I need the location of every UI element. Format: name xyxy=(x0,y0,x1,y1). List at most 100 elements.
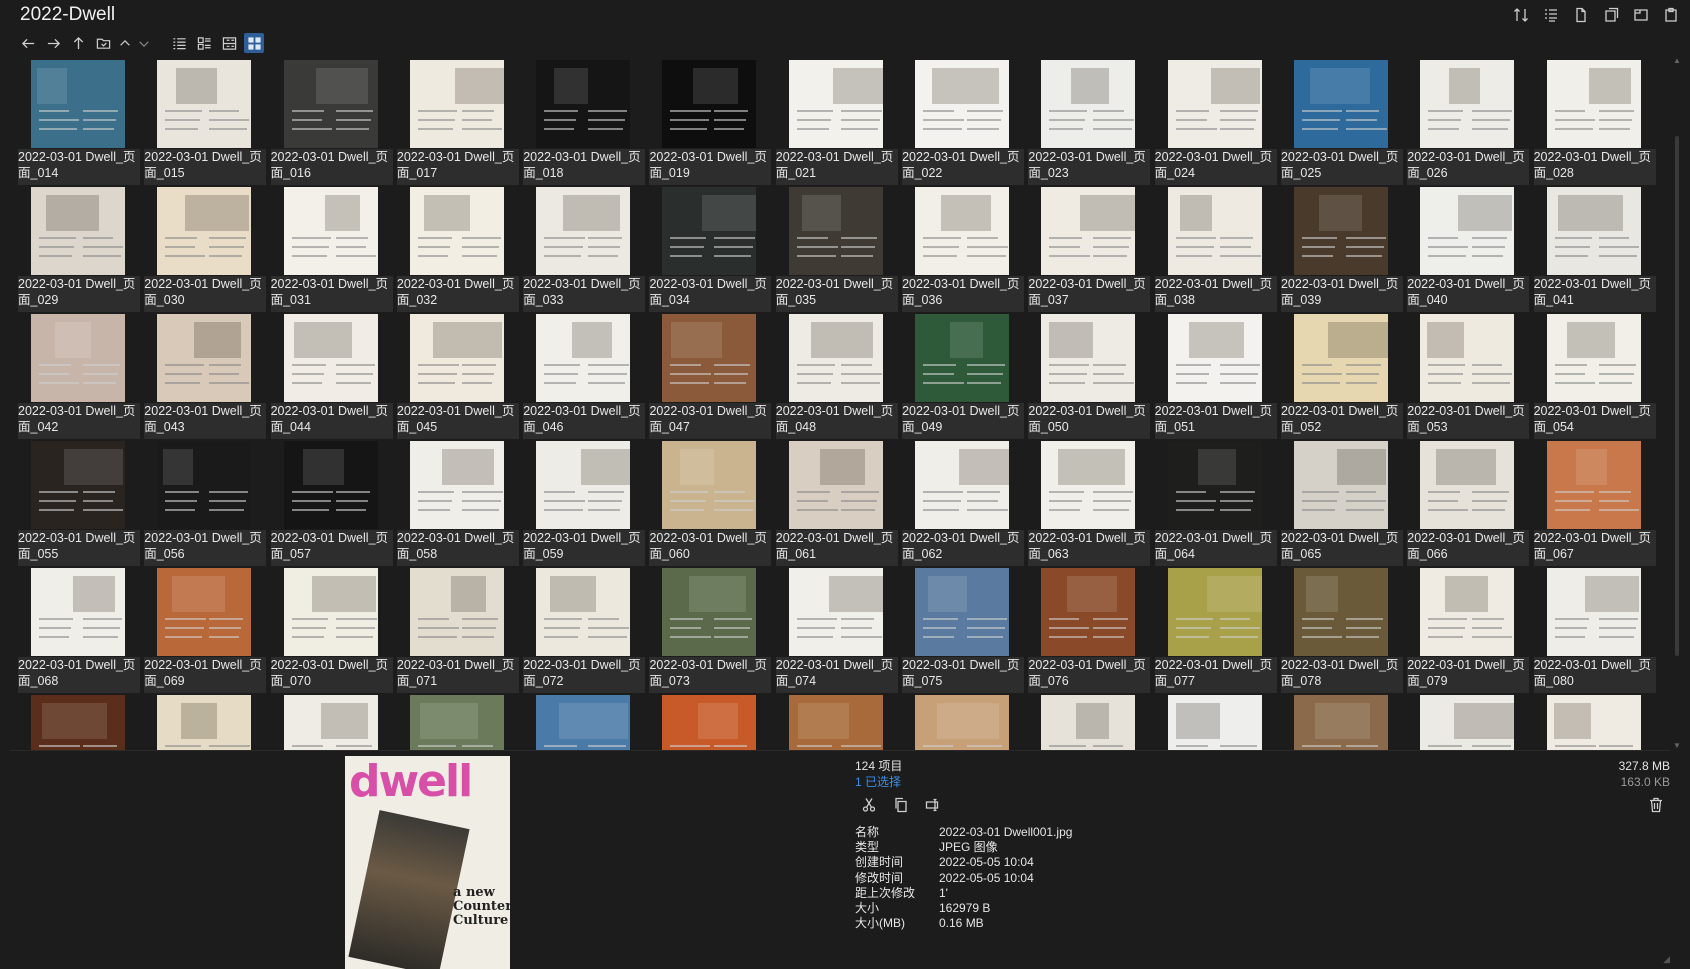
thumbnail-tile[interactable]: 2022-03-01 Dwell_页面_054 xyxy=(1533,314,1656,441)
thumbnail-tile[interactable]: 2022-03-01 Dwell_页面_050 xyxy=(1028,314,1151,441)
thumbnail-tile[interactable]: 2022-03-01 Dwell_页面_040 xyxy=(1407,187,1530,314)
paste-icon[interactable] xyxy=(1662,6,1680,24)
thumbnail-tile[interactable] xyxy=(649,695,766,750)
thumbnail-tile[interactable]: 2022-03-01 Dwell_页面_037 xyxy=(1028,187,1151,314)
sort-icon[interactable] xyxy=(1512,6,1530,24)
thumbnail-tile[interactable]: 2022-03-01 Dwell_页面_025 xyxy=(1280,60,1403,187)
scroll-down-icon[interactable]: ▼ xyxy=(1672,741,1682,751)
thumbnail-tile[interactable]: 2022-03-01 Dwell_页面_022 xyxy=(902,60,1025,187)
selected-count[interactable]: 1 已选择 xyxy=(855,774,902,790)
thumbnail-tile[interactable]: 2022-03-01 Dwell_页面_060 xyxy=(649,441,772,568)
thumbnail-tile[interactable]: 2022-03-01 Dwell_页面_072 xyxy=(523,568,646,695)
resize-grip[interactable]: ◢ xyxy=(1663,954,1670,965)
thumbnail-tile[interactable]: 2022-03-01 Dwell_页面_075 xyxy=(902,568,1025,695)
thumbnail-tile[interactable]: 2022-03-01 Dwell_页面_067 xyxy=(1533,441,1656,568)
rename-icon[interactable] xyxy=(924,796,942,814)
thumbnail-tile[interactable]: 2022-03-01 Dwell_页面_049 xyxy=(902,314,1025,441)
thumbnail-tile[interactable]: 2022-03-01 Dwell_页面_068 xyxy=(18,568,140,695)
thumbnail-tile[interactable]: 2022-03-01 Dwell_页面_053 xyxy=(1407,314,1530,441)
thumbnail-tile[interactable]: 2022-03-01 Dwell_页面_038 xyxy=(1154,187,1277,314)
thumbnail-tile[interactable]: 2022-03-01 Dwell_页面_064 xyxy=(1154,441,1277,568)
thumbnail-tile[interactable]: 2022-03-01 Dwell_页面_016 xyxy=(270,60,393,187)
thumbnail-tile[interactable]: 2022-03-01 Dwell_页面_029 xyxy=(18,187,140,314)
file-icon[interactable] xyxy=(1572,6,1590,24)
thumbnail-tile[interactable]: 2022-03-01 Dwell_页面_061 xyxy=(775,441,898,568)
thumbnail-tile[interactable]: 2022-03-01 Dwell_页面_017 xyxy=(396,60,519,187)
thumbnail-tile[interactable]: 2022-03-01 Dwell_页面_031 xyxy=(270,187,393,314)
thumbnail-tile[interactable]: 2022-03-01 Dwell_页面_030 xyxy=(144,187,267,314)
thumbnail-tile[interactable]: 2022-03-01 Dwell_页面_024 xyxy=(1154,60,1277,187)
folder-icon[interactable] xyxy=(93,33,113,53)
cut-icon[interactable] xyxy=(860,796,878,814)
thumbnail-tile[interactable]: 2022-03-01 Dwell_页面_046 xyxy=(523,314,646,441)
thumbnail-tile[interactable] xyxy=(1281,695,1398,750)
thumbnail-tile[interactable]: 2022-03-01 Dwell_页面_042 xyxy=(18,314,140,441)
thumbnail-tile[interactable]: 2022-03-01 Dwell_页面_028 xyxy=(1533,60,1656,187)
thumbnail-tile[interactable]: 2022-03-01 Dwell_页面_069 xyxy=(144,568,267,695)
thumbnail-tile[interactable]: 2022-03-01 Dwell_页面_066 xyxy=(1407,441,1530,568)
thumbnail-tile[interactable]: 2022-03-01 Dwell_页面_079 xyxy=(1407,568,1530,695)
thumbnail-tile[interactable]: 2022-03-01 Dwell_页面_051 xyxy=(1154,314,1277,441)
thumbnail-tile[interactable]: 2022-03-01 Dwell_页面_047 xyxy=(649,314,772,441)
thumbnail-tile[interactable]: 2022-03-01 Dwell_页面_077 xyxy=(1154,568,1277,695)
thumbnail-tile[interactable]: 2022-03-01 Dwell_页面_057 xyxy=(270,441,393,568)
thumbnail-tile[interactable]: 2022-03-01 Dwell_页面_055 xyxy=(18,441,140,568)
delete-icon[interactable] xyxy=(1648,797,1666,815)
thumbnails-view-icon[interactable] xyxy=(244,33,264,53)
thumbnail-tile[interactable]: 2022-03-01 Dwell_页面_044 xyxy=(270,314,393,441)
thumbnail-tile[interactable]: 2022-03-01 Dwell_页面_070 xyxy=(270,568,393,695)
thumbnail-tile[interactable] xyxy=(271,695,388,750)
thumbnail-tile[interactable]: 2022-03-01 Dwell_页面_048 xyxy=(775,314,898,441)
thumbnail-tile[interactable]: 2022-03-01 Dwell_页面_056 xyxy=(144,441,267,568)
thumbnail-tile[interactable]: 2022-03-01 Dwell_页面_071 xyxy=(396,568,519,695)
properties-icon[interactable] xyxy=(1542,6,1560,24)
thumbnail-tile[interactable] xyxy=(1534,695,1651,750)
thumbnail-tile[interactable]: 2022-03-01 Dwell_页面_036 xyxy=(902,187,1025,314)
thumbnail-tile[interactable]: 2022-03-01 Dwell_页面_039 xyxy=(1280,187,1403,314)
back-arrow-icon[interactable] xyxy=(18,33,38,53)
thumbnail-tile[interactable]: 2022-03-01 Dwell_页面_073 xyxy=(649,568,772,695)
thumbnail-grid-area[interactable]: 2022-03-01 Dwell_页面_014 2022-03-01 Dwell_… xyxy=(10,56,1670,751)
thumbnail-tile[interactable]: 2022-03-01 Dwell_页面_014 xyxy=(18,60,140,187)
thumbnail-tile[interactable]: 2022-03-01 Dwell_页面_041 xyxy=(1533,187,1656,314)
up-arrow-icon[interactable] xyxy=(68,33,88,53)
thumbnail-tile[interactable]: 2022-03-01 Dwell_页面_045 xyxy=(396,314,519,441)
new-window-icon[interactable] xyxy=(1602,6,1620,24)
thumbnail-tile[interactable] xyxy=(144,695,261,750)
list-view-icon[interactable] xyxy=(169,33,189,53)
chevron-down-icon[interactable] xyxy=(137,33,151,53)
thumbnail-tile[interactable] xyxy=(397,695,514,750)
thumbnail-tile[interactable]: 2022-03-01 Dwell_页面_019 xyxy=(649,60,772,187)
thumbnail-tile[interactable]: 2022-03-01 Dwell_页面_026 xyxy=(1407,60,1530,187)
tab-icon[interactable] xyxy=(1632,6,1650,24)
thumbnail-tile[interactable]: 2022-03-01 Dwell_页面_076 xyxy=(1028,568,1151,695)
thumbnail-tile[interactable]: 2022-03-01 Dwell_页面_052 xyxy=(1280,314,1403,441)
scroll-up-icon[interactable]: ▲ xyxy=(1672,56,1682,66)
tiles-view-icon[interactable] xyxy=(219,33,239,53)
thumbnail-tile[interactable]: 2022-03-01 Dwell_页面_062 xyxy=(902,441,1025,568)
vertical-scrollbar[interactable]: ▲ ▼ xyxy=(1672,56,1682,751)
thumbnail-tile[interactable] xyxy=(18,695,135,750)
thumbnail-tile[interactable] xyxy=(776,695,893,750)
thumbnail-tile[interactable]: 2022-03-01 Dwell_页面_023 xyxy=(1028,60,1151,187)
thumbnail-tile[interactable]: 2022-03-01 Dwell_页面_058 xyxy=(396,441,519,568)
thumbnail-tile[interactable]: 2022-03-01 Dwell_页面_034 xyxy=(649,187,772,314)
forward-arrow-icon[interactable] xyxy=(43,33,63,53)
thumbnail-tile[interactable]: 2022-03-01 Dwell_页面_035 xyxy=(775,187,898,314)
thumbnail-tile[interactable]: 2022-03-01 Dwell_页面_080 xyxy=(1533,568,1656,695)
thumbnail-tile[interactable]: 2022-03-01 Dwell_页面_074 xyxy=(775,568,898,695)
thumbnail-tile[interactable] xyxy=(523,695,640,750)
thumbnail-tile[interactable] xyxy=(1407,695,1524,750)
thumbnail-tile[interactable] xyxy=(1155,695,1272,750)
chevron-up-icon[interactable] xyxy=(118,33,132,53)
thumbnail-tile[interactable]: 2022-03-01 Dwell_页面_032 xyxy=(396,187,519,314)
thumbnail-tile[interactable]: 2022-03-01 Dwell_页面_059 xyxy=(523,441,646,568)
thumbnail-tile[interactable]: 2022-03-01 Dwell_页面_043 xyxy=(144,314,267,441)
thumbnail-tile[interactable]: 2022-03-01 Dwell_页面_021 xyxy=(775,60,898,187)
thumbnail-tile[interactable]: 2022-03-01 Dwell_页面_065 xyxy=(1280,441,1403,568)
copy-icon[interactable] xyxy=(892,796,910,814)
thumbnail-tile[interactable]: 2022-03-01 Dwell_页面_018 xyxy=(523,60,646,187)
scrollbar-thumb[interactable] xyxy=(1675,136,1679,656)
thumbnail-tile[interactable]: 2022-03-01 Dwell_页面_015 xyxy=(144,60,267,187)
thumbnail-tile[interactable]: 2022-03-01 Dwell_页面_078 xyxy=(1280,568,1403,695)
